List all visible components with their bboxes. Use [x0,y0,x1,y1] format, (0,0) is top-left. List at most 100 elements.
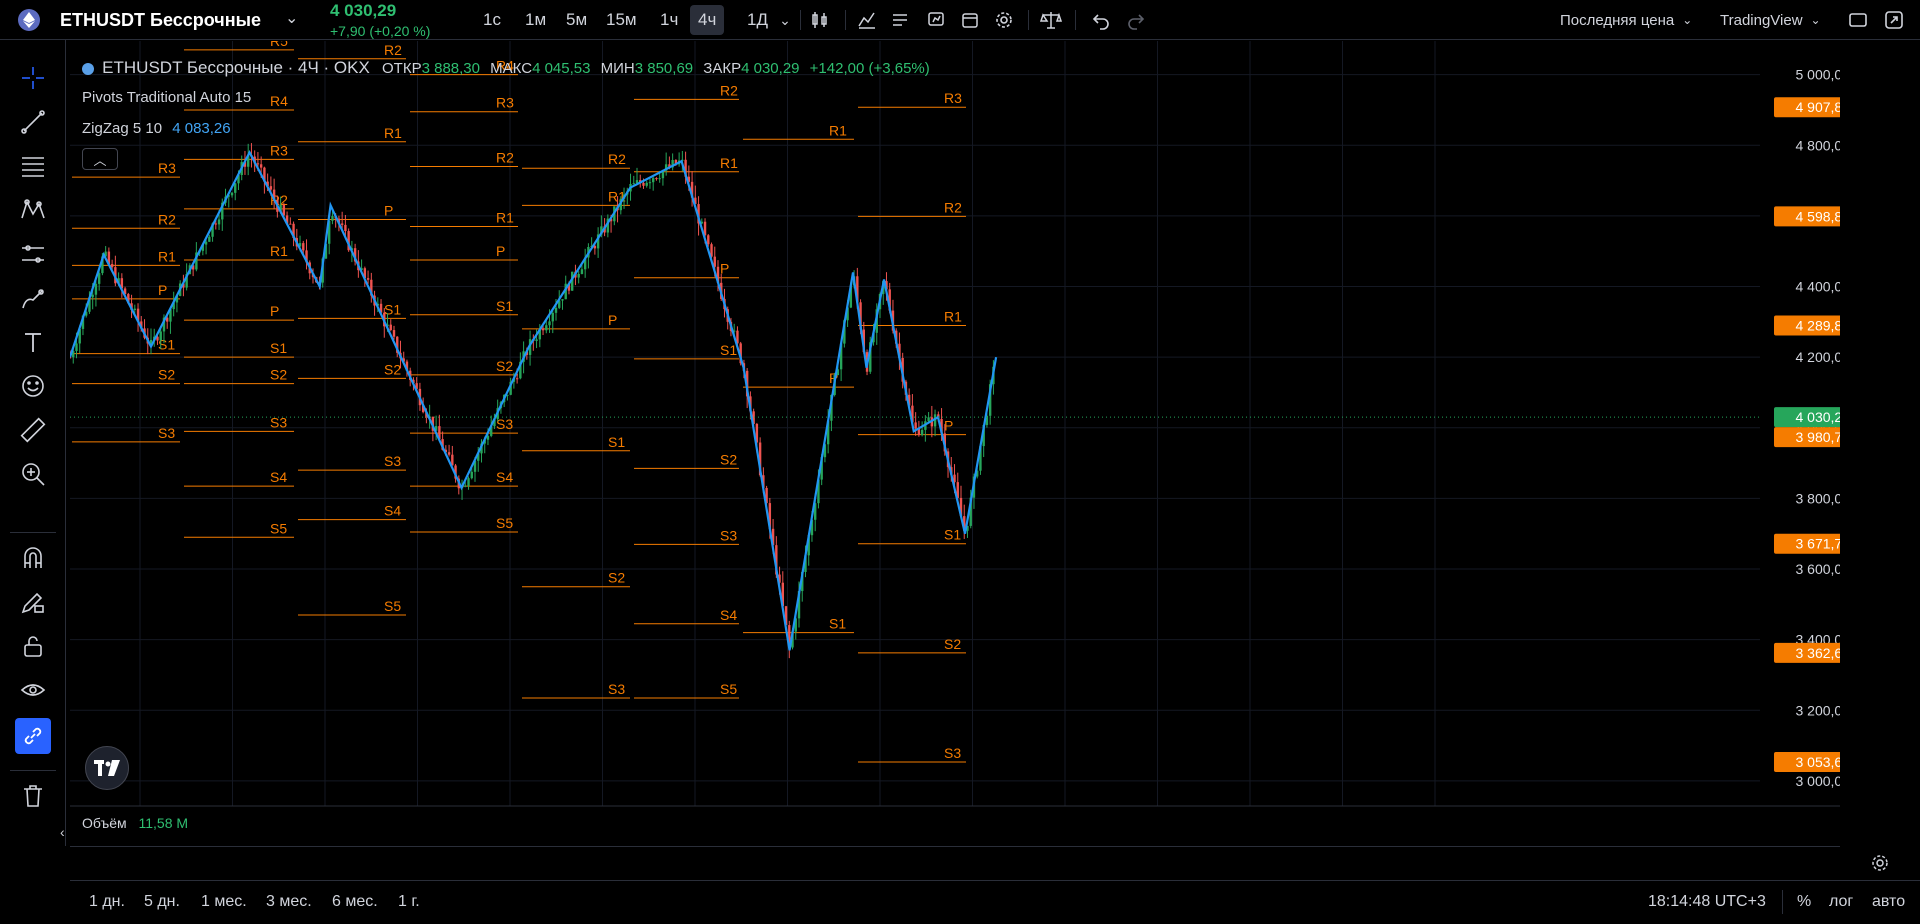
compare-scales-icon[interactable] [1038,0,1064,40]
magnet-icon[interactable] [17,542,49,574]
candle-body [577,273,580,278]
candle-body [256,163,260,165]
trash-icon[interactable] [17,780,49,812]
candle-body [658,178,661,180]
intervals-dropdown-icon[interactable]: ⌄ [775,0,795,40]
alert-icon[interactable] [924,0,948,40]
range-1m-button[interactable]: 1 мес. [201,893,247,911]
pivot-level-label: S2 [496,358,513,374]
tradingview-logo-icon[interactable] [85,746,129,790]
interval-4h[interactable]: 4ч [690,5,725,35]
candle-body [204,241,208,245]
crosshair-icon[interactable] [17,62,49,94]
candle-body [470,471,473,479]
emoji-icon[interactable] [17,370,49,402]
indicators-icon[interactable] [855,0,879,40]
ruler-icon[interactable] [17,414,49,446]
price-tick-label: 3 800,00 [1796,490,1841,506]
interval-5m[interactable]: 5м [558,0,595,40]
log-scale-toggle[interactable]: лог [1829,893,1853,911]
zoom-in-icon[interactable] [17,458,49,490]
legend-title[interactable]: ETHUSDT Бессрочные · 4Ч · OKX [102,58,370,77]
pivot-level-label: S5 [720,681,737,697]
redo-icon[interactable] [1124,0,1148,40]
collapse-legend-chevron-up-icon[interactable]: ︿ [82,148,118,170]
candle-body [230,192,234,196]
pivot-level-label: R3 [496,95,514,111]
text-icon[interactable] [17,326,49,358]
trend-line-icon[interactable] [17,106,49,138]
candle-body [94,283,98,295]
snapshot-icon[interactable] [1882,0,1906,40]
pivot-level-label: S2 [384,361,401,377]
pivot-level-label: S3 [158,425,175,441]
fib-retracement-icon[interactable] [17,150,49,182]
divider [1028,10,1029,30]
pivot-level-label: S1 [496,298,513,314]
pivot-level-label: R2 [270,192,288,208]
clock-timezone[interactable]: 18:14:48 UTC+3 [1648,893,1766,911]
unlock-icon[interactable] [17,630,49,662]
candle-body [447,452,451,455]
close-value: 4 030,29 [741,60,800,77]
pivot-level-label: R1 [496,210,514,226]
templates-icon[interactable] [888,0,912,40]
last-change: +7,90 (+0,20 %) [330,23,431,39]
interval-15m[interactable]: 15м [598,0,645,40]
settings-gear-icon[interactable] [992,0,1016,40]
pivot-level-label: R3 [158,160,176,176]
volume-value: 11,58 M [138,815,189,831]
pivot-level-label: R2 [496,149,514,165]
collapse-sidebar-icon[interactable]: ‹ [60,824,65,840]
eye-icon[interactable] [17,674,49,706]
percent-scale-toggle[interactable]: % [1797,893,1811,911]
interval-1s[interactable]: 1с [475,0,509,40]
volume-label: Объём [82,815,127,831]
price-type-dropdown[interactable]: Последняя цена ⌄ [1560,0,1692,40]
volume-legend[interactable]: Объём 11,58 M [82,815,188,831]
range-1d-button[interactable]: 1 дн. [89,893,125,911]
auto-scale-toggle[interactable]: авто [1872,893,1905,911]
zigzag-line [70,149,998,651]
candle-body [366,278,370,280]
provider-dropdown[interactable]: TradingView ⌄ [1720,0,1821,40]
range-3m-button[interactable]: 3 мес. [266,893,312,911]
pivot-level-label: R3 [270,142,288,158]
price-chart[interactable]: 5 000,004 800,004 600,004 400,004 200,00… [70,41,1840,847]
candle-body [464,485,467,487]
pivot-level-label: S3 [608,681,625,697]
link-icon[interactable] [15,718,51,754]
interval-1d[interactable]: 1Д [739,0,776,40]
chart-settings-gear-icon[interactable] [1870,853,1890,876]
chevron-down-icon[interactable]: ⌄ [285,8,298,28]
top-toolbar: ETHUSDT Бессрочные ⌄ 4 030,29 +7,90 (+0,… [0,0,1920,40]
symbol-search-button[interactable]: ETHUSDT Бессрочные [60,10,261,31]
chevron-down-icon: ⌄ [1810,13,1821,27]
lock-drawings-pencil-icon[interactable] [17,586,49,618]
range-1y-button[interactable]: 1 г. [398,893,420,911]
interval-1m[interactable]: 1м [517,0,554,40]
replay-icon[interactable] [958,0,982,40]
candle-body [392,330,396,337]
pivot-level-label: P [384,202,393,218]
candle-body [927,417,930,422]
fullscreen-window-icon[interactable] [1846,0,1870,40]
candle-body [632,183,635,185]
brush-icon[interactable] [17,282,49,314]
candle-body [133,308,136,311]
pivots-indicator-legend[interactable]: Pivots Traditional Auto 15 [82,89,251,106]
candle-body [648,182,652,184]
undo-icon[interactable] [1089,0,1113,40]
range-6m-button[interactable]: 6 мес. [332,893,378,911]
pivot-level-label: S2 [720,451,737,467]
candles-chart-type-icon[interactable] [808,0,832,40]
pivot-level-label: R4 [270,93,288,109]
interval-1h[interactable]: 1ч [652,0,686,40]
range-5d-button[interactable]: 5 дн. [144,893,180,911]
zigzag-indicator-legend[interactable]: ZigZag 5 10 4 083,26 [82,120,231,137]
drawing-toolbar: ‹ [0,40,66,846]
price-badge-label: 3 053,66 [1796,754,1841,770]
prediction-icon[interactable] [17,238,49,270]
pattern-icon[interactable] [17,194,49,226]
price-badge-label: 4 598,81 [1796,208,1841,224]
